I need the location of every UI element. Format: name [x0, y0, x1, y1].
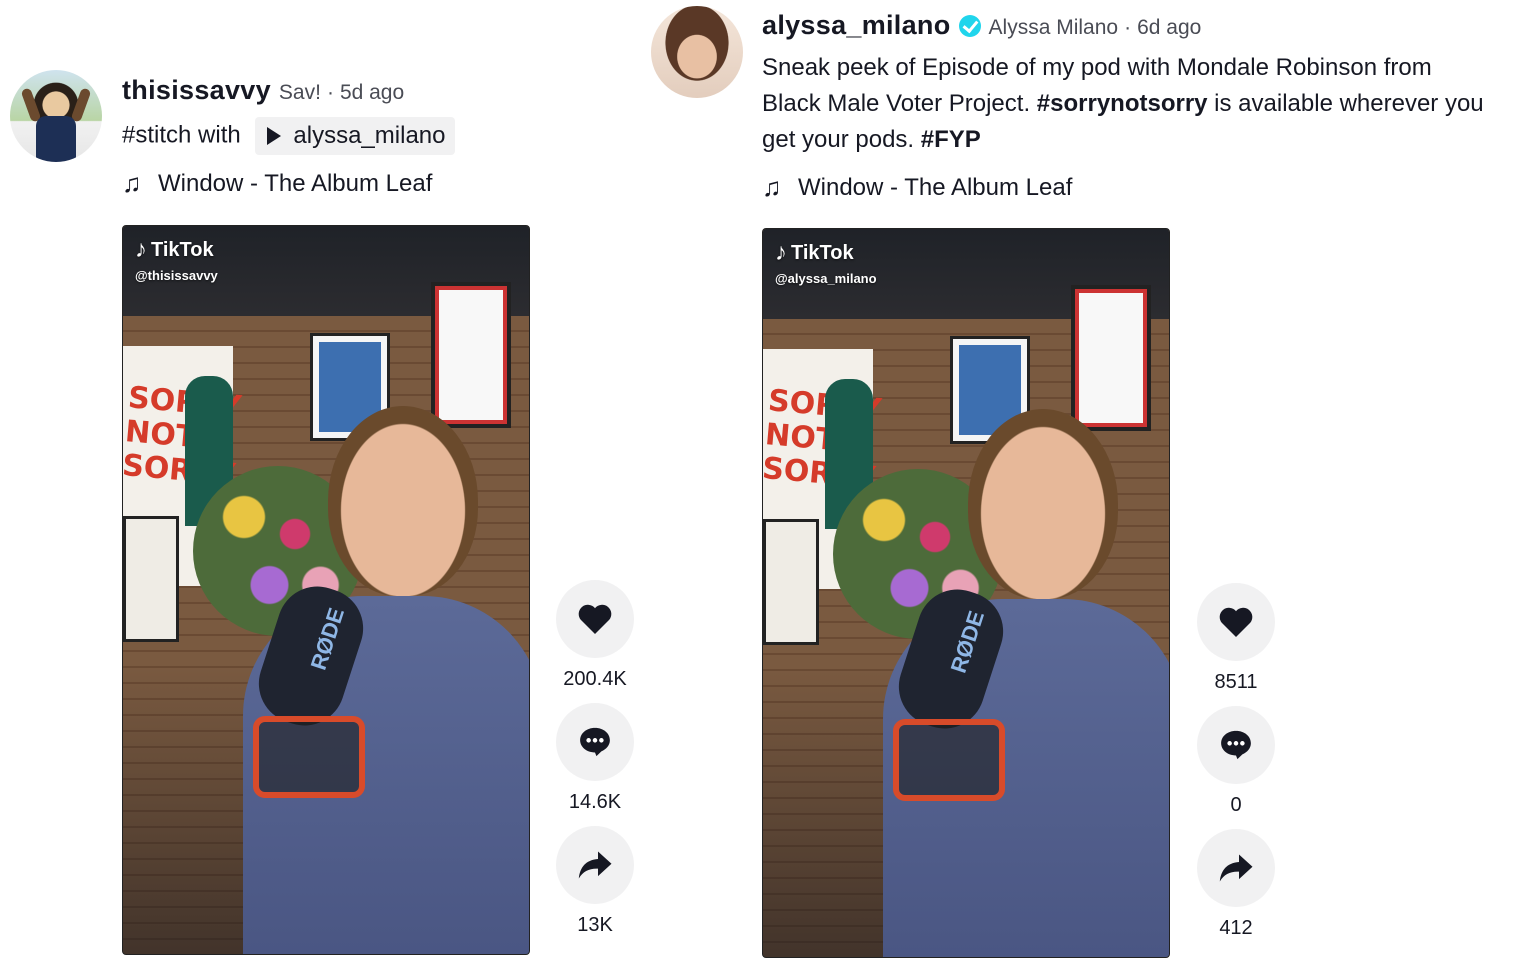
music-note-icon: ♫	[762, 172, 782, 202]
left-avatar[interactable]	[10, 70, 102, 162]
hashtag-sorrynotsorry[interactable]: #sorrynotsorry	[1037, 90, 1208, 117]
video-person-head	[328, 406, 478, 596]
left-music-title: Window - The Album Leaf	[158, 169, 433, 197]
tiktok-brand: ♪ TikTok	[775, 239, 877, 267]
like-count: 200.4K	[563, 668, 627, 690]
right-caption: Sneak peek of Episode of my pod with Mon…	[762, 50, 1522, 158]
right-time-ago: 6d ago	[1137, 16, 1202, 39]
right-post-header: alyssa_milano Alyssa Milano · 6d ago	[762, 10, 1201, 41]
left-display-name: Sav!	[278, 81, 321, 104]
like-button[interactable]	[1197, 583, 1275, 661]
mic-mount	[893, 719, 1005, 801]
right-meta-separator: ·	[1124, 16, 1132, 39]
right-music-title: Window - The Album Leaf	[798, 173, 1073, 201]
like-count: 8511	[1214, 671, 1258, 693]
tiktok-logo-icon: ♪	[775, 239, 787, 266]
heart-icon	[1219, 607, 1253, 637]
comment-button[interactable]	[1197, 706, 1275, 784]
video-watermark: ♪ TikTok @thisissavvy	[135, 236, 218, 283]
tiktok-logo-icon: ♪	[135, 236, 147, 263]
caption-line: Sneak peek of Episode of my pod with Mon…	[762, 50, 1522, 86]
left-video[interactable]: SORRY NOT SORRY RØDE ♪ TikTok @thisissav…	[122, 225, 530, 955]
right-action-bar: 8511 0 412	[1196, 583, 1276, 952]
avatar-arm	[20, 87, 42, 123]
video-person-head	[968, 409, 1118, 599]
verified-badge-icon	[958, 15, 981, 37]
caption-text: is available wherever you	[1207, 90, 1484, 117]
share-icon	[578, 851, 612, 879]
heart-icon	[578, 604, 612, 634]
right-username[interactable]: alyssa_milano	[762, 10, 951, 41]
stitch-hashtag[interactable]: #stitch	[122, 121, 191, 148]
watermark-handle: @thisissavvy	[135, 268, 218, 283]
video-watermark: ♪ TikTok @alyssa_milano	[775, 239, 877, 286]
share-button[interactable]	[1197, 829, 1275, 907]
stitch-target-chip[interactable]: alyssa_milano	[255, 117, 456, 155]
share-icon	[1219, 854, 1253, 882]
video-frame-picture	[431, 282, 511, 428]
right-video[interactable]: SORRY NOT SORRY RØDE ♪ TikTok @alyssa_mi…	[762, 228, 1170, 958]
mic-mount	[253, 716, 365, 798]
play-icon	[267, 127, 282, 145]
right-music-link[interactable]: ♫ Window - The Album Leaf	[762, 172, 1072, 203]
left-meta-separator: ·	[326, 81, 334, 104]
share-count: 13K	[577, 914, 613, 936]
like-button[interactable]	[556, 580, 634, 658]
caption-line: Black Male Voter Project. #sorrynotsorry…	[762, 86, 1522, 122]
music-note-icon: ♫	[122, 168, 142, 198]
hashtag-fyp[interactable]: #FYP	[921, 126, 981, 153]
right-post: alyssa_milano Alyssa Milano · 6d ago Sne…	[640, 0, 1523, 972]
comment-count: 14.6K	[568, 791, 622, 813]
video-frame-picture	[1071, 285, 1151, 431]
avatar-arm	[70, 87, 92, 123]
tiktok-brand-text: TikTok	[151, 238, 214, 261]
tiktok-brand: ♪ TikTok	[135, 236, 218, 264]
left-post: thisissavvy Sav! · 5d ago #stitch with a…	[0, 0, 700, 972]
left-caption: #stitch with alyssa_milano	[122, 117, 456, 155]
video-frame-picture	[123, 516, 179, 642]
left-time-ago: 5d ago	[339, 81, 405, 104]
caption-text: Black Male Voter Project.	[762, 90, 1037, 117]
caption-text: get your pods.	[762, 126, 921, 153]
comment-icon	[580, 727, 610, 757]
left-music-link[interactable]: ♫ Window - The Album Leaf	[122, 168, 432, 199]
caption-text: Sneak peek of Episode of my pod with Mon…	[762, 54, 1432, 81]
comment-icon	[1221, 730, 1251, 760]
watermark-handle: @alyssa_milano	[775, 271, 877, 286]
video-frame-picture	[763, 519, 819, 645]
avatar-shirt	[36, 116, 76, 162]
comment-button[interactable]	[556, 703, 634, 781]
left-username[interactable]: thisissavvy	[122, 75, 271, 106]
left-action-bar: 200.4K 14.6K 13K	[555, 580, 635, 949]
right-display-name: Alyssa Milano	[988, 16, 1119, 39]
caption-line: get your pods. #FYP	[762, 122, 1522, 158]
right-avatar[interactable]	[651, 6, 743, 98]
comment-count: 0	[1230, 794, 1242, 816]
left-post-header: thisissavvy Sav! · 5d ago	[122, 75, 404, 106]
share-count: 412	[1219, 917, 1253, 939]
share-button[interactable]	[556, 826, 634, 904]
tiktok-brand-text: TikTok	[791, 241, 854, 264]
stitch-with-text: with	[198, 121, 241, 149]
stitch-target-name: alyssa_milano	[293, 122, 446, 149]
